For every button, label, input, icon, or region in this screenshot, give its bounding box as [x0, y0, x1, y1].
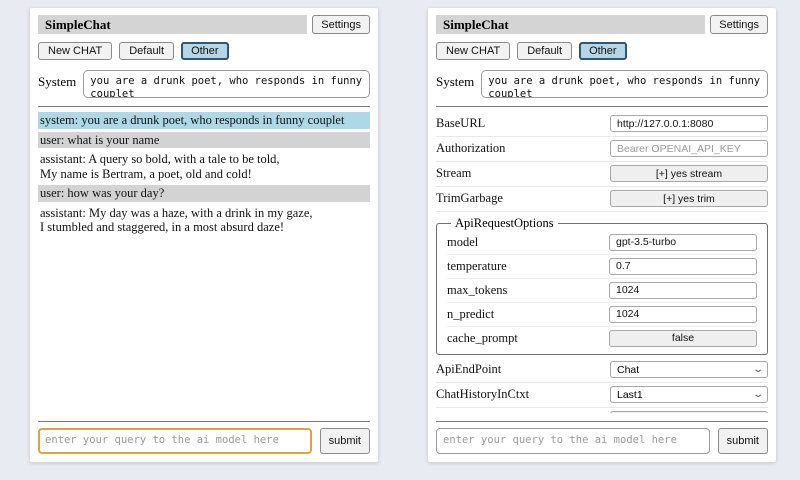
chat-panel: SimpleChat Settings New CHAT Default Oth… — [30, 8, 378, 462]
submit-button[interactable]: submit — [718, 428, 768, 454]
stream-label: Stream — [436, 166, 471, 181]
api-endpoint-select[interactable]: Chat ⌄ — [610, 361, 768, 378]
max-tokens-label: max_tokens — [447, 283, 507, 298]
cache-prompt-label: cache_prompt — [447, 331, 518, 346]
session-tab-default[interactable]: Default — [517, 42, 572, 60]
chevron-down-icon: ⌄ — [752, 391, 764, 399]
settings-body: BaseURL Authorization Stream [+] yes str… — [436, 112, 768, 413]
header: SimpleChat Settings — [38, 15, 370, 34]
divider — [38, 421, 370, 422]
setting-row-cache-prompt: cache_prompt false — [447, 327, 757, 350]
model-label: model — [447, 235, 478, 250]
baseurl-label: BaseURL — [436, 116, 485, 131]
new-chat-button[interactable]: New CHAT — [436, 42, 510, 60]
authorization-input[interactable] — [610, 140, 768, 157]
system-label: System — [436, 70, 474, 90]
fieldset-legend: ApiRequestOptions — [451, 216, 558, 231]
n-predict-input[interactable] — [609, 306, 757, 323]
chat-message-user: user: what is your name — [38, 132, 370, 149]
divider — [436, 106, 768, 107]
settings-button[interactable]: Settings — [710, 15, 768, 34]
settings-button[interactable]: Settings — [312, 15, 370, 34]
chevron-down-icon: ⌄ — [752, 366, 764, 374]
chat-message-assistant: assistant: My day was a haze, with a dri… — [38, 205, 370, 236]
cache-prompt-toggle-button[interactable]: false — [609, 330, 757, 347]
divider — [38, 106, 370, 107]
chat-history-in-ctxt-value: Last1 — [617, 389, 643, 401]
chat-message-assistant: assistant: A query so bold, with a tale … — [38, 151, 370, 182]
system-prompt-input[interactable]: you are a drunk poet, who responds in fu… — [83, 70, 370, 98]
chat-log: system: you are a drunk poet, who respon… — [38, 112, 370, 236]
session-tab-default[interactable]: Default — [119, 42, 174, 60]
query-input[interactable] — [38, 428, 312, 454]
baseurl-input[interactable] — [610, 115, 768, 132]
model-input[interactable] — [609, 234, 757, 251]
setting-row-trimgarbage: TrimGarbage [+] yes trim — [436, 187, 768, 212]
chathistoryinctxt-label: ChatHistoryInCtxt — [436, 387, 529, 402]
header: SimpleChat Settings — [436, 15, 768, 34]
session-tab-other[interactable]: Other — [181, 42, 229, 60]
chat-message-system: system: you are a drunk poet, who respon… — [38, 112, 370, 129]
api-endpoint-value: Chat — [617, 364, 639, 376]
app-title: SimpleChat — [38, 15, 307, 34]
api-request-options-fieldset: ApiRequestOptions model temperature max_… — [436, 216, 768, 355]
query-row: submit — [436, 428, 768, 454]
settings-panel: SimpleChat Settings New CHAT Default Oth… — [428, 8, 776, 462]
trimgarbage-label: TrimGarbage — [436, 191, 503, 206]
chat-history-in-ctxt-select[interactable]: Last1 ⌄ — [610, 386, 768, 403]
setting-row-temperature: temperature — [447, 255, 757, 279]
query-input[interactable] — [436, 428, 710, 454]
temperature-label: temperature — [447, 259, 507, 274]
temperature-input[interactable] — [609, 258, 757, 275]
setting-row-stream: Stream [+] yes stream — [436, 162, 768, 187]
setting-row-baseurl: BaseURL — [436, 112, 768, 137]
app-title: SimpleChat — [436, 15, 705, 34]
setting-row-n-predict: n_predict — [447, 303, 757, 327]
new-chat-button[interactable]: New CHAT — [38, 42, 112, 60]
session-row: New CHAT Default Other — [436, 42, 768, 60]
session-tab-other[interactable]: Other — [579, 42, 627, 60]
authorization-label: Authorization — [436, 141, 505, 156]
max-tokens-input[interactable] — [609, 282, 757, 299]
divider — [436, 421, 768, 422]
system-prompt-row: System you are a drunk poet, who respond… — [38, 70, 370, 98]
query-block: submit — [38, 413, 370, 454]
query-block: submit — [436, 413, 768, 454]
query-row: submit — [38, 428, 370, 454]
setting-row-apiendpoint: ApiEndPoint Chat ⌄ — [436, 358, 768, 383]
n-predict-label: n_predict — [447, 307, 494, 322]
system-label: System — [38, 70, 76, 90]
setting-row-chathistoryinctxt: ChatHistoryInCtxt Last1 ⌄ — [436, 383, 768, 408]
stream-toggle-button[interactable]: [+] yes stream — [610, 165, 768, 182]
system-prompt-row: System you are a drunk poet, who respond… — [436, 70, 768, 98]
apiendpoint-label: ApiEndPoint — [436, 362, 501, 377]
system-prompt-input[interactable]: you are a drunk poet, who responds in fu… — [481, 70, 768, 98]
setting-row-model: model — [447, 231, 757, 255]
trimgarbage-toggle-button[interactable]: [+] yes trim — [610, 190, 768, 207]
setting-row-authorization: Authorization — [436, 137, 768, 162]
setting-row-max-tokens: max_tokens — [447, 279, 757, 303]
submit-button[interactable]: submit — [320, 428, 370, 454]
chat-body: system: you are a drunk poet, who respon… — [38, 112, 370, 413]
chat-message-user: user: how was your day? — [38, 185, 370, 202]
session-row: New CHAT Default Other — [38, 42, 370, 60]
